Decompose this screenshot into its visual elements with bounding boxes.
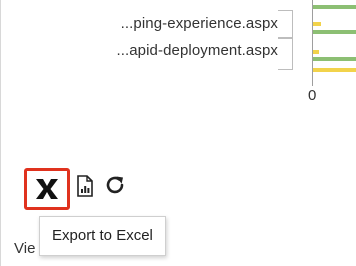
chart-bar-yellow xyxy=(313,68,356,72)
chart-y-axis-line xyxy=(312,0,313,86)
chart-bar-green xyxy=(313,5,356,9)
chart-bar-green xyxy=(313,57,356,61)
report-document-icon xyxy=(76,174,94,202)
export-tooltip: Export to Excel xyxy=(39,216,166,256)
excel-x-icon xyxy=(34,177,60,201)
export-to-excel-button[interactable] xyxy=(24,168,70,210)
x-axis-tick-label: 0 xyxy=(308,87,317,104)
chart-bar-yellow xyxy=(313,22,321,26)
chart-bar-yellow xyxy=(313,50,319,54)
refresh-icon xyxy=(103,173,127,202)
report-toolbar xyxy=(18,162,168,210)
footer-view-text: Vie xyxy=(14,240,36,257)
panel-left-border xyxy=(0,0,1,266)
report-button[interactable] xyxy=(74,174,96,202)
chart-row-label: ...ping-experience.aspx xyxy=(120,15,278,32)
chart-bar-green xyxy=(313,30,356,34)
row-bracket xyxy=(278,38,293,70)
chart-row-label: ...apid-deployment.aspx xyxy=(116,42,278,59)
row-bracket xyxy=(278,10,293,38)
refresh-button[interactable] xyxy=(102,174,128,200)
report-panel: ...ping-experience.aspx ...apid-deployme… xyxy=(0,0,356,266)
